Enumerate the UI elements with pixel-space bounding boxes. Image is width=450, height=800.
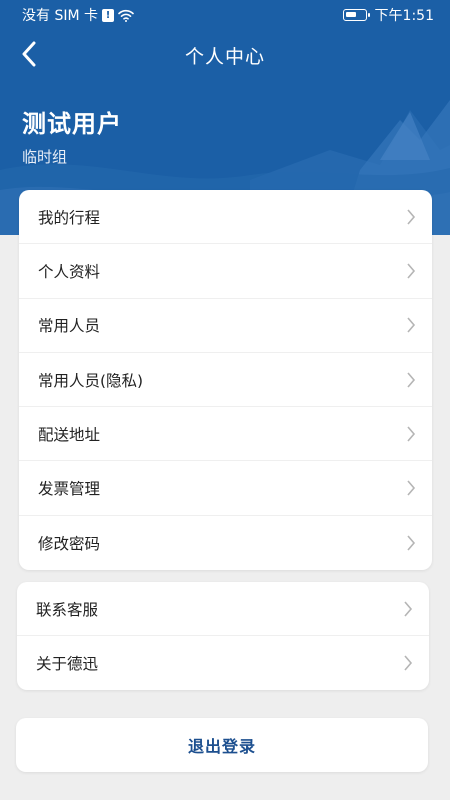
nav-bar: 个人中心 — [0, 36, 450, 76]
clock-text: 下午1:51 — [374, 8, 434, 24]
user-group: 临时组 — [22, 148, 68, 166]
logout-label: 退出登录 — [187, 737, 256, 756]
menu-item-invoice-management[interactable]: 发票管理 — [19, 461, 432, 516]
chevron-right-icon — [404, 316, 418, 334]
menu-item-label: 修改密码 — [38, 534, 101, 553]
menu-item-change-password[interactable]: 修改密码 — [19, 516, 432, 570]
menu-item-label: 发票管理 — [38, 480, 101, 499]
menu-item-label: 常用人员(隐私) — [38, 371, 144, 390]
menu-item-label: 我的行程 — [38, 208, 101, 227]
chevron-right-icon — [401, 654, 415, 672]
sim-alert-icon: ! — [102, 8, 114, 22]
page-title: 个人中心 — [184, 46, 265, 68]
chevron-right-icon — [404, 262, 418, 280]
carrier-text: 没有 SIM 卡 — [22, 8, 98, 24]
status-right: 下午1:51 — [342, 5, 434, 25]
chevron-right-icon — [404, 371, 418, 389]
menu-item-contact-support[interactable]: 联系客服 — [17, 582, 429, 636]
menu-item-label: 常用人员 — [38, 317, 101, 336]
chevron-right-icon — [404, 208, 418, 226]
chevron-right-icon — [404, 425, 418, 443]
chevron-right-icon — [404, 534, 418, 552]
menu-item-frequent-contacts-private[interactable]: 常用人员(隐私) — [19, 353, 432, 408]
menu-item-label: 联系客服 — [36, 600, 99, 619]
user-name: 测试用户 — [22, 110, 122, 138]
battery-icon — [342, 9, 370, 21]
menu-item-delivery-address[interactable]: 配送地址 — [19, 407, 432, 462]
menu-item-about[interactable]: 关于德迅 — [17, 636, 429, 690]
menu-card-secondary: 联系客服 关于德迅 — [17, 582, 429, 690]
chevron-right-icon — [404, 479, 418, 497]
menu-item-label: 个人资料 — [38, 262, 101, 281]
menu-item-label: 关于德迅 — [36, 655, 99, 673]
menu-card-main: 我的行程 个人资料 常用人员 常用人员(隐私) 配送地址 发票管理 修改密码 — [19, 190, 432, 570]
status-bar: 没有 SIM 卡 ! 下午1:51 — [0, 0, 450, 30]
menu-item-my-trips[interactable]: 我的行程 — [19, 190, 432, 245]
status-left: 没有 SIM 卡 ! — [22, 5, 134, 25]
logout-button[interactable]: 退出登录 — [16, 718, 428, 772]
wifi-icon — [118, 9, 134, 22]
chevron-right-icon — [401, 600, 415, 618]
menu-item-frequent-contacts[interactable]: 常用人员 — [19, 299, 432, 353]
menu-item-personal-info[interactable]: 个人资料 — [19, 244, 432, 299]
menu-item-label: 配送地址 — [38, 425, 101, 444]
